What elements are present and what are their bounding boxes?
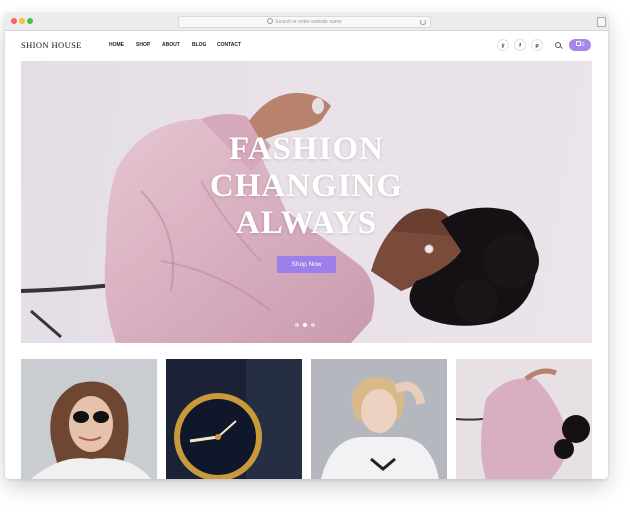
product-image <box>21 359 157 479</box>
product-card-wrist-watch[interactable] <box>166 359 302 479</box>
pinterest-icon[interactable]: p <box>531 39 543 51</box>
search-button[interactable] <box>552 39 564 51</box>
reload-icon[interactable] <box>420 19 426 25</box>
minimize-window-icon[interactable] <box>19 18 25 24</box>
slider-dot-3[interactable] <box>311 323 315 327</box>
tabs-overview-icon[interactable] <box>597 17 606 27</box>
nav-blog[interactable]: BLOG <box>192 42 206 48</box>
cart-button[interactable]: 0 <box>569 39 591 51</box>
product-card-sunglasses-woman[interactable] <box>21 359 157 479</box>
hero-banner: FASHION CHANGING ALWAYS Shop Now <box>21 61 592 343</box>
hero-title-line-2: CHANGING <box>209 168 404 204</box>
hero-title: FASHION CHANGING ALWAYS <box>21 131 592 242</box>
nav-home[interactable]: HOME <box>109 42 124 48</box>
maximize-window-icon[interactable] <box>27 18 33 24</box>
slider-dot-2[interactable] <box>303 323 307 327</box>
nav-shop[interactable]: SHOP <box>136 42 150 48</box>
hero-title-line-1: FASHION <box>229 131 384 167</box>
site-header: SHION HOUSE HOME SHOP ABOUT BLOG CONTACT… <box>5 31 608 59</box>
cart-icon <box>575 41 581 46</box>
slider-dot-1[interactable] <box>295 323 299 327</box>
product-card-hoodie-woman[interactable] <box>311 359 447 479</box>
address-bar[interactable]: Search or enter website name <box>178 16 431 28</box>
twitter-icon[interactable]: ẏ <box>497 39 509 51</box>
browser-window: Search or enter website name SHION HOUSE… <box>5 13 608 479</box>
nav-about[interactable]: ABOUT <box>162 42 180 48</box>
cart-count: 0 <box>581 42 585 48</box>
search-icon <box>267 17 274 24</box>
facebook-icon[interactable]: f <box>514 39 526 51</box>
product-image <box>456 359 592 479</box>
browser-toolbar: Search or enter website name <box>5 13 608 31</box>
nav-contact[interactable]: CONTACT <box>217 42 241 48</box>
close-window-icon[interactable] <box>11 18 17 24</box>
address-bar-placeholder: Search or enter website name <box>275 19 342 25</box>
product-image <box>166 359 302 479</box>
shop-now-button[interactable]: Shop Now <box>277 256 336 273</box>
hero-title-line-3: ALWAYS <box>235 205 378 241</box>
product-card-pink-shirt-woman[interactable] <box>456 359 592 479</box>
product-image <box>311 359 447 479</box>
site-logo[interactable]: SHION HOUSE <box>21 40 82 50</box>
